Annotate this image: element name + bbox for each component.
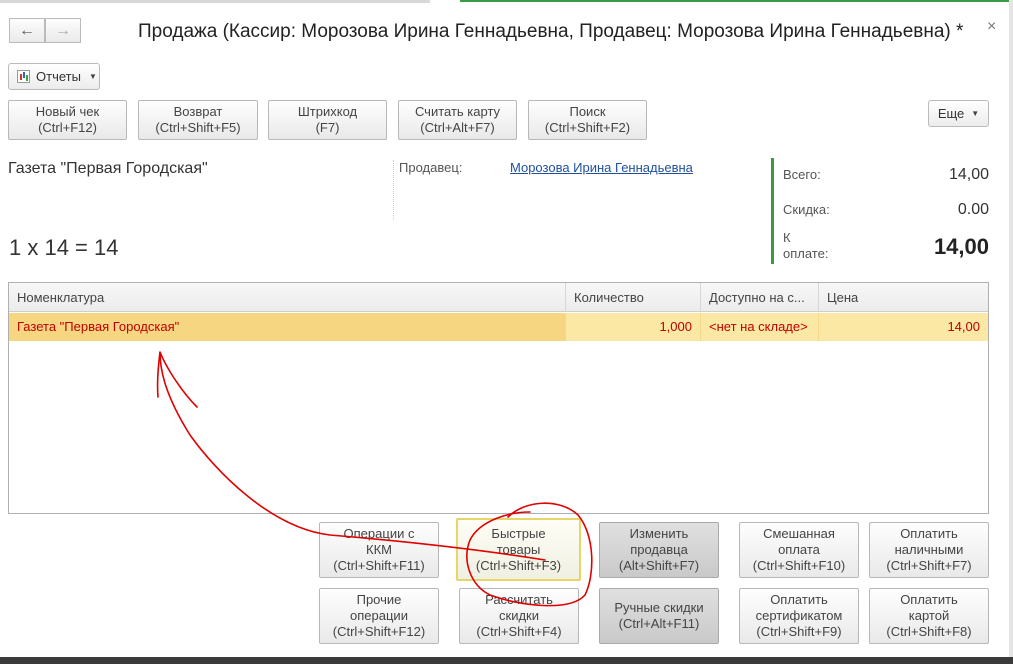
totals-accent-bar [771,158,774,264]
arrow-right-icon: → [55,21,71,39]
change-seller-shortcut: (Alt+Shift+F7) [618,558,700,573]
calc-discounts-label-1: Рассчитать [485,592,553,607]
top-border-left [0,0,430,3]
return-shortcut: (Ctrl+Shift+F5) [155,120,241,135]
pay-certificate-button[interactable]: Оплатить сертификатом (Ctrl+Shift+F9) [739,588,859,644]
to-pay-value: 14,00 [933,234,989,259]
other-label-2: операции [350,608,408,623]
reports-button[interactable]: Отчеты ▼ [8,63,100,90]
change-seller-button[interactable]: Изменить продавца (Alt+Shift+F7) [599,522,719,578]
top-border-right [460,0,1009,2]
kkm-label-1: Операции с [343,526,415,541]
divider [393,160,394,220]
cell-name[interactable]: Газета "Первая Городская" [9,313,566,341]
quick-label-1: Быстрые [491,525,546,541]
cash-shortcut: (Ctrl+Shift+F7) [886,558,972,573]
taskbar-strip [0,657,1013,664]
manual-discounts-shortcut: (Ctrl+Alt+F11) [618,616,700,631]
mixed-shortcut: (Ctrl+Shift+F10) [752,558,846,573]
cash-label-2: наличными [894,542,964,557]
card-label-1: Оплатить [900,592,958,607]
column-header-name[interactable]: Номенклатура [9,283,566,312]
quick-goods-button[interactable]: Быстрые товары (Ctrl+Shift+F3) [456,518,581,581]
manual-discounts-label: Ручные скидки [614,600,704,615]
return-button[interactable]: Возврат (Ctrl+Shift+F5) [138,100,258,140]
window-right-edge [1009,0,1013,657]
kkm-label-2: ККМ [366,542,392,557]
cell-quantity[interactable]: 1,000 [566,313,701,341]
line-calculation: 1 x 14 = 14 [9,235,119,260]
chevron-down-icon: ▼ [88,72,97,81]
cell-price[interactable]: 14,00 [819,313,988,341]
close-icon[interactable]: × [987,18,996,36]
read-card-label: Считать карту [414,104,501,119]
barcode-shortcut: (F7) [315,120,340,135]
mixed-label-2: оплата [778,542,820,557]
current-product-name: Газета "Первая Городская" [8,160,208,177]
reports-label: Отчеты [36,69,81,84]
barcode-label: Штрихкод [297,104,358,119]
cash-label-1: Оплатить [900,526,958,541]
total-label: Всего: [783,167,821,182]
calc-discounts-shortcut: (Ctrl+Shift+F4) [476,624,562,639]
seller-label: Продавец: [399,160,463,175]
kkm-shortcut: (Ctrl+Shift+F11) [333,558,425,573]
certificate-label-2: сертификатом [755,608,843,623]
change-seller-label-1: Изменить [629,526,689,541]
other-operations-button[interactable]: Прочие операции (Ctrl+Shift+F12) [319,588,439,644]
new-check-button[interactable]: Новый чек (Ctrl+F12) [8,100,127,140]
more-button[interactable]: Еще ▼ [928,100,989,127]
pay-card-button[interactable]: Оплатить картой (Ctrl+Shift+F8) [869,588,989,644]
barcode-button[interactable]: Штрихкод (F7) [268,100,387,140]
mixed-payment-button[interactable]: Смешанная оплата (Ctrl+Shift+F10) [739,522,859,578]
pay-cash-button[interactable]: Оплатить наличными (Ctrl+Shift+F7) [869,522,989,578]
table-header: Номенклатура Количество Доступно на с...… [9,283,988,312]
discount-label: Скидка: [783,202,830,217]
chevron-down-icon: ▼ [971,109,980,118]
column-header-available[interactable]: Доступно на с... [701,283,819,312]
calc-discounts-label-2: скидки [499,608,539,623]
column-header-quantity[interactable]: Количество [566,283,701,312]
other-label-1: Прочие [356,592,402,607]
card-shortcut: (Ctrl+Shift+F8) [886,624,972,639]
to-pay-label-2: оплате: [783,246,829,261]
card-label-2: картой [908,608,950,623]
window-title: Продажа (Кассир: Морозова Ирина Геннадье… [138,21,964,42]
table-row[interactable]: Газета "Первая Городская" 1,000 <нет на … [9,313,988,341]
back-button[interactable]: ← [9,18,45,43]
seller-link[interactable]: Морозова Ирина Геннадьевна [510,160,693,175]
search-label: Поиск [569,104,606,119]
manual-discounts-button[interactable]: Ручные скидки (Ctrl+Alt+F11) [599,588,719,644]
more-label: Еще [937,106,965,121]
to-pay-label-1: К [783,230,791,245]
certificate-shortcut: (Ctrl+Shift+F9) [756,624,842,639]
column-header-price[interactable]: Цена [819,283,988,312]
change-seller-label-2: продавца [630,542,688,557]
mixed-label-1: Смешанная [763,526,835,541]
read-card-button[interactable]: Считать карту (Ctrl+Alt+F7) [398,100,517,140]
cell-available[interactable]: <нет на складе> [701,313,819,341]
kkm-operations-button[interactable]: Операции с ККМ (Ctrl+Shift+F11) [319,522,439,578]
quick-label-2: товары [496,541,541,557]
search-shortcut: (Ctrl+Shift+F2) [544,120,631,135]
new-check-label: Новый чек [35,104,100,119]
search-button[interactable]: Поиск (Ctrl+Shift+F2) [528,100,647,140]
quick-shortcut: (Ctrl+Shift+F3) [475,557,562,573]
return-label: Возврат [173,104,223,119]
new-check-shortcut: (Ctrl+F12) [38,120,97,135]
total-value: 14,00 [948,166,989,183]
forward-button[interactable]: → [45,18,81,43]
discount-value: 0.00 [957,201,989,218]
arrow-left-icon: ← [19,21,35,39]
report-chart-icon [17,70,30,83]
other-shortcut: (Ctrl+Shift+F12) [332,624,426,639]
read-card-shortcut: (Ctrl+Alt+F7) [420,120,495,135]
items-table[interactable]: Номенклатура Количество Доступно на с...… [8,282,989,514]
certificate-label-1: Оплатить [770,592,828,607]
calculate-discounts-button[interactable]: Рассчитать скидки (Ctrl+Shift+F4) [459,588,579,644]
